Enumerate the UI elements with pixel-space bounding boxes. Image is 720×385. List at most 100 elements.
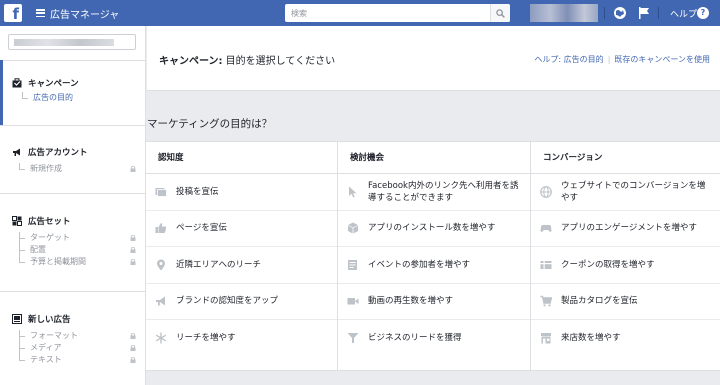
lock-icon xyxy=(130,166,136,172)
sidebar-section-header: 新しい広告 xyxy=(0,312,146,326)
search-input[interactable] xyxy=(285,5,490,21)
sidebar-section-title: 新しい広告 xyxy=(28,315,71,325)
sidebar-item-create-new[interactable]: 新規作成 xyxy=(16,163,146,175)
objective-label: 製品カタログを宣伝 xyxy=(561,296,638,307)
flag-icon[interactable] xyxy=(637,6,651,20)
column-heading: 認知度 xyxy=(146,142,337,174)
objective-label: 投稿を宣伝 xyxy=(176,186,219,197)
objective-store-visits[interactable]: 来店数を増やす xyxy=(531,320,720,357)
objective-app-installs[interactable]: アプリのインストール数を増やす xyxy=(338,211,530,247)
funnel-icon xyxy=(347,333,359,344)
column-heading: 検討機会 xyxy=(338,142,530,174)
sidebar-item-target[interactable]: ターゲット xyxy=(16,232,146,244)
lock-icon xyxy=(130,235,136,241)
objective-label: ページを宣伝 xyxy=(176,223,227,234)
box-icon xyxy=(348,222,358,234)
objective-boost-post[interactable]: 投稿を宣伝 xyxy=(146,174,337,211)
objective-promote-page[interactable]: ページを宣伝 xyxy=(146,211,337,247)
objective-traffic[interactable]: Facebook内外のリンク先へ利用者を誘導することができます xyxy=(338,174,530,211)
objective-brand-awareness[interactable]: ブランドの認知度をアップ xyxy=(146,284,337,320)
sidebar-item-media[interactable]: メディア xyxy=(16,342,146,354)
top-bar: f 広告マネージャ ヘルプ ? xyxy=(0,0,720,26)
lock-icon xyxy=(130,247,136,253)
sidebar-item-placement[interactable]: 配置 xyxy=(16,244,146,256)
help-link[interactable]: ヘルプ xyxy=(670,7,697,20)
objective-label: ウェブサイトでのコンバージョンを増やす xyxy=(561,180,706,203)
objective-column-consideration: 検討機会 Facebook内外のリンク先へ利用者を誘導することができます アプリ… xyxy=(337,142,530,370)
objective-label: 来店数を増やす xyxy=(561,333,621,344)
app-title[interactable]: 広告マネージャ xyxy=(50,6,119,21)
sidebar-section-header: 広告セット xyxy=(0,214,146,228)
objective-label: 動画の再生数を増やす xyxy=(368,296,454,307)
sidebar-section-campaign[interactable]: キャンペーン 広告の目的 xyxy=(0,60,146,125)
store-icon xyxy=(541,333,551,344)
globe-icon[interactable] xyxy=(613,6,627,20)
objective-local-reach[interactable]: 近隣エリアへのリーチ xyxy=(146,247,337,284)
grid-icon xyxy=(12,216,22,226)
objective-column-awareness: 認知度 投稿を宣伝 ページを宣伝 近隣エリアへのリーチ ブランドの認知度をアップ… xyxy=(146,142,337,370)
objective-lead-generation[interactable]: ビジネスのリードを獲得 xyxy=(338,320,530,357)
sidebar-item-label: メディア xyxy=(30,343,62,352)
objective-offer-claims[interactable]: クーポンの取得を増やす xyxy=(531,247,720,284)
megaphone-icon xyxy=(13,148,20,156)
objective-reach[interactable]: リーチを増やす xyxy=(146,320,337,357)
cart-icon xyxy=(540,296,552,307)
link-separator: | xyxy=(607,55,611,64)
sidebar-item-ad-objective[interactable]: 広告の目的 xyxy=(19,92,146,104)
lock-icon xyxy=(130,345,136,351)
facebook-logo[interactable]: f xyxy=(4,4,22,22)
hamburger-menu-icon[interactable] xyxy=(36,9,45,17)
page-background-footer xyxy=(146,372,720,385)
user-account-menu[interactable] xyxy=(530,4,598,22)
search-icon xyxy=(496,8,505,18)
offer-icon xyxy=(540,260,552,269)
sidebar: キャンペーン 広告の目的 広告アカウント 新規作成 広告セット ターゲット 配置 xyxy=(0,26,146,385)
objective-label: アプリのエンゲージメントを増やす xyxy=(561,223,697,234)
sidebar-item-label: テキスト xyxy=(30,355,62,364)
objective-event-responses[interactable]: イベントの参加者を増やす xyxy=(338,247,530,284)
page-title-rest: 目的を選択してください xyxy=(222,56,336,67)
gamepad-icon xyxy=(540,225,552,233)
column-heading: コンバージョン xyxy=(531,142,720,174)
objective-product-catalog[interactable]: 製品カタログを宣伝 xyxy=(531,284,720,320)
objective-app-engagement[interactable]: アプリのエンゲージメントを増やす xyxy=(531,211,720,247)
sidebar-item-budget-schedule[interactable]: 予算と掲載期間 xyxy=(16,256,146,268)
cursor-icon xyxy=(349,186,357,198)
help-ad-objective-link[interactable]: ヘルプ: 広告の目的 xyxy=(534,55,603,64)
sidebar-item-text[interactable]: テキスト xyxy=(16,354,146,366)
calendar-icon xyxy=(348,259,357,270)
snowflake-icon xyxy=(155,332,167,344)
sidebar-item-label: 広告の目的 xyxy=(33,93,73,102)
location-pin-icon xyxy=(157,259,165,271)
globe-icon xyxy=(540,185,552,198)
thumbs-up-icon xyxy=(155,223,167,234)
help-icon[interactable]: ? xyxy=(697,7,709,19)
objective-label: リーチを増やす xyxy=(176,333,236,344)
objective-website-conversions[interactable]: ウェブサイトでのコンバージョンを増やす xyxy=(531,174,720,211)
sidebar-section-new-ad[interactable]: 新しい広告 フォーマット メディア テキスト xyxy=(0,291,146,385)
sidebar-section-title: 広告アカウント xyxy=(28,148,88,158)
use-existing-campaign-link[interactable]: 既存のキャンペーンを使用 xyxy=(614,55,710,64)
sidebar-section-title: 広告セット xyxy=(28,217,71,227)
header-links: ヘルプ: 広告の目的 | 既存のキャンペーンを使用 xyxy=(534,54,710,65)
divider xyxy=(604,7,605,19)
objective-label: ブランドの認知度をアップ xyxy=(176,296,279,307)
sidebar-item-label: 配置 xyxy=(30,245,46,254)
account-name xyxy=(14,39,114,46)
objective-video-views[interactable]: 動画の再生数を増やす xyxy=(338,284,530,320)
sidebar-item-format[interactable]: フォーマット xyxy=(16,330,146,342)
account-selector[interactable] xyxy=(8,34,136,50)
sidebar-item-label: 予算と掲載期間 xyxy=(30,257,86,266)
lock-icon xyxy=(130,259,136,265)
lock-icon xyxy=(130,333,136,339)
sidebar-item-label: ターゲット xyxy=(30,233,70,242)
sidebar-section-ad-set[interactable]: 広告セット ターゲット 配置 予算と掲載期間 xyxy=(0,193,146,291)
search-button[interactable] xyxy=(490,4,510,22)
objective-label: アプリのインストール数を増やす xyxy=(368,223,496,234)
objective-label: ビジネスのリードを獲得 xyxy=(368,333,462,344)
post-icon xyxy=(155,187,167,197)
objective-label: クーポンの取得を増やす xyxy=(561,259,655,270)
sidebar-section-header: 広告アカウント xyxy=(0,145,146,159)
objective-column-conversion: コンバージョン ウェブサイトでのコンバージョンを増やす アプリのエンゲージメント… xyxy=(530,142,720,370)
sidebar-section-ad-account[interactable]: 広告アカウント 新規作成 xyxy=(0,125,146,193)
